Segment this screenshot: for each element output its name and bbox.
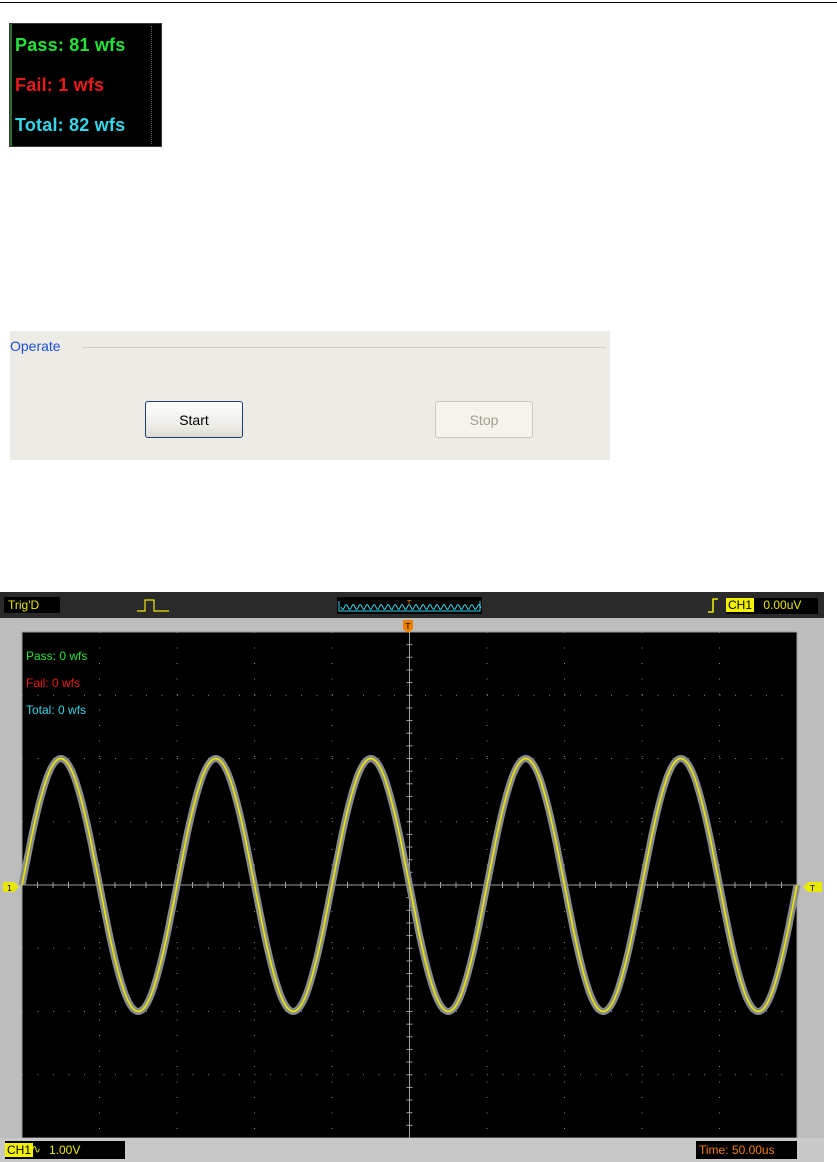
overlay-total-count: Total: 0 wfs: [26, 703, 86, 717]
operate-group-label: Operate: [10, 338, 61, 354]
group-divider: [82, 347, 606, 348]
trigger-level: 0.00uV: [763, 598, 802, 612]
ch1-marker-label: 1: [7, 884, 12, 893]
trigger-level-letter: T: [809, 884, 815, 893]
waveform-display: Pass: 0 wfs Fail: 0 wfs Total: 0 wfs T 1…: [0, 618, 824, 1139]
timebase-info[interactable]: Time: 50.00us: [696, 1141, 797, 1159]
counter-left-edge: [10, 24, 12, 146]
pass-fail-counter: Pass: 81 wfs Fail: 1 wfs Total: 82 wfs: [9, 23, 162, 147]
start-button[interactable]: Start: [145, 401, 243, 438]
counter-grid-line: [151, 26, 152, 144]
overlay-fail-count: Fail: 0 wfs: [26, 676, 80, 690]
status-bar: Trig'D T CH1 0.00uV: [0, 592, 824, 618]
channel-info[interactable]: CH1 ∿ 1.00V: [5, 1141, 125, 1159]
fail-count: Fail: 1 wfs: [15, 75, 105, 95]
memory-waveform-icon: T: [338, 599, 482, 612]
timebase-label: Time: 50.00us: [699, 1143, 775, 1157]
trigger-info: CH1 0.00uV: [726, 598, 818, 614]
overlay-pass-count: Pass: 0 wfs: [26, 649, 87, 663]
pass-count: Pass: 81 wfs: [15, 35, 126, 55]
waveform-screen[interactable]: Pass: 0 wfs Fail: 0 wfs Total: 0 wfs T 1…: [0, 618, 824, 1139]
ac-coupling-icon: ∿: [31, 1142, 42, 1156]
bottom-bar: CH1 ∿ 1.00V Time: 50.00us: [0, 1138, 824, 1162]
channel-badge: CH1: [5, 1143, 34, 1157]
trigger-position-letter: T: [405, 622, 411, 631]
operate-group: Operate Start Stop: [10, 331, 610, 460]
memory-trigger-marker: T: [406, 599, 412, 607]
stop-button[interactable]: Stop: [435, 401, 533, 438]
trigger-channel-badge: CH1: [726, 598, 755, 612]
volts-per-div: 1.00V: [49, 1143, 81, 1157]
memory-overview[interactable]: T: [337, 597, 482, 614]
pulse-trigger-icon: [137, 599, 169, 612]
rising-edge-icon: [708, 598, 718, 613]
page-top-rule: [0, 2, 837, 3]
trig-status: Trig'D: [4, 597, 60, 613]
total-count: Total: 82 wfs: [15, 115, 126, 135]
oscilloscope-view: Trig'D T CH1 0.00uV Pass: 0 wfs Fail: 0 …: [0, 592, 824, 1162]
